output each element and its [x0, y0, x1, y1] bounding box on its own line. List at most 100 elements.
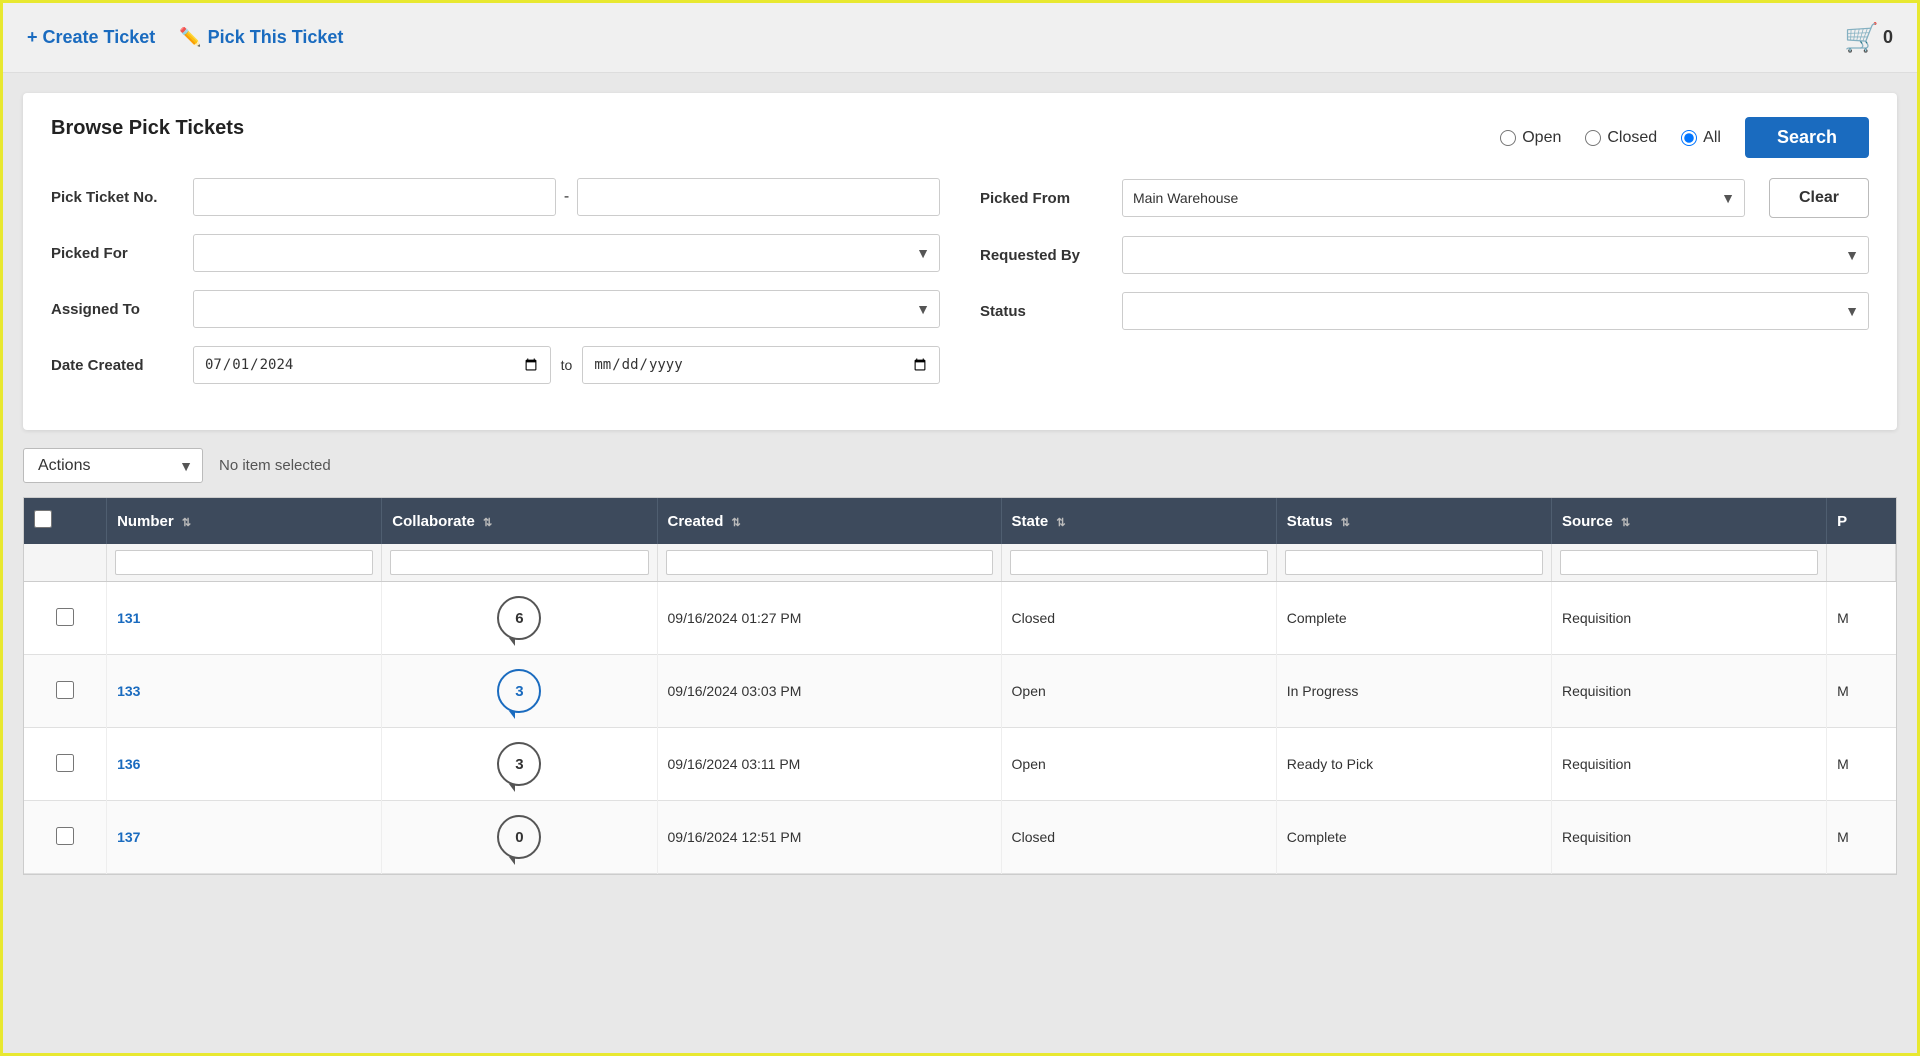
row-p-1: M [1827, 655, 1896, 728]
row-state-1: Open [1001, 655, 1276, 728]
cart-area[interactable]: 🛒 0 [1844, 21, 1893, 54]
chat-bubble-0[interactable]: 6 [497, 596, 541, 640]
row-number-1[interactable]: 133 [107, 655, 382, 728]
row-collaborate-1[interactable]: 3 [382, 655, 657, 728]
date-to-label: to [561, 357, 573, 373]
pick-ticket-no-label: Pick Ticket No. [51, 189, 181, 206]
filter-collab-input[interactable] [390, 550, 648, 575]
row-number-0[interactable]: 131 [107, 582, 382, 655]
header-collaborate[interactable]: Collaborate ⇅ [382, 498, 657, 544]
row-state-3: Closed [1001, 801, 1276, 874]
filter-state-input[interactable] [1010, 550, 1268, 575]
radio-closed-label[interactable]: Closed [1585, 129, 1657, 147]
row-created-2: 09/16/2024 03:11 PM [657, 728, 1001, 801]
collaborate-sort-icon: ⇅ [483, 517, 492, 529]
table-row: 133309/16/2024 03:03 PMOpenIn ProgressRe… [24, 655, 1896, 728]
ticket-dash: - [564, 188, 569, 206]
table-row: 137009/16/2024 12:51 PMClosedCompleteReq… [24, 801, 1896, 874]
row-checkbox-cell[interactable] [24, 801, 107, 874]
requested-by-row: Requested By ▼ [980, 236, 1869, 274]
date-range-inputs: to [193, 346, 940, 384]
date-created-row: Date Created to [51, 346, 940, 384]
picked-from-select[interactable]: Main Warehouse [1122, 179, 1745, 217]
create-ticket-link[interactable]: + Create Ticket [27, 27, 155, 48]
row-collaborate-0[interactable]: 6 [382, 582, 657, 655]
clear-button[interactable]: Clear [1769, 178, 1869, 218]
created-sort-icon: ⇅ [732, 517, 741, 529]
header-p[interactable]: P [1827, 498, 1896, 544]
ticket-no-to-input[interactable] [577, 178, 940, 216]
table-row: 136309/16/2024 03:11 PMOpenReady to Pick… [24, 728, 1896, 801]
picked-from-select-wrap: Main Warehouse ▼ [1122, 179, 1745, 217]
actions-select-wrap: Actions ▼ [23, 448, 203, 483]
header-state[interactable]: State ⇅ [1001, 498, 1276, 544]
picked-for-select[interactable] [193, 234, 940, 272]
chat-bubble-2[interactable]: 3 [497, 742, 541, 786]
row-checkbox-0[interactable] [56, 608, 74, 626]
left-col: Pick Ticket No. - Picked For ▼ [51, 178, 940, 402]
row-status-0: Complete [1276, 582, 1551, 655]
radio-open-label[interactable]: Open [1500, 129, 1561, 147]
ticket-no-inputs: - [193, 178, 940, 216]
header-checkbox-cell[interactable] [24, 498, 107, 544]
cart-icon: 🛒 [1844, 21, 1879, 54]
search-button[interactable]: Search [1745, 117, 1869, 158]
picked-for-select-wrap: ▼ [193, 234, 940, 272]
select-all-checkbox[interactable] [34, 510, 52, 528]
row-status-1: In Progress [1276, 655, 1551, 728]
filter-created-cell [657, 544, 1001, 582]
filter-created-input[interactable] [666, 550, 993, 575]
status-field-row: Status ▼ [980, 292, 1869, 330]
assigned-to-select[interactable] [193, 290, 940, 328]
number-sort-icon: ⇅ [182, 517, 191, 529]
filter-number-cell [107, 544, 382, 582]
row-p-2: M [1827, 728, 1896, 801]
header-source[interactable]: Source ⇅ [1551, 498, 1826, 544]
date-from-input[interactable] [193, 346, 551, 384]
filter-cb-cell [24, 544, 107, 582]
row-checkbox-cell[interactable] [24, 655, 107, 728]
radio-all-label[interactable]: All [1681, 129, 1721, 147]
radio-open[interactable] [1500, 130, 1516, 146]
row-checkbox-2[interactable] [56, 754, 74, 772]
radio-all[interactable] [1681, 130, 1697, 146]
row-created-0: 09/16/2024 01:27 PM [657, 582, 1001, 655]
row-collaborate-3[interactable]: 0 [382, 801, 657, 874]
row-checkbox-cell[interactable] [24, 582, 107, 655]
requested-by-select-wrap: ▼ [1122, 236, 1869, 274]
top-bar-left: + Create Ticket ✏️ Pick This Ticket [27, 27, 343, 48]
date-to-input[interactable] [582, 346, 940, 384]
picked-from-label: Picked From [980, 190, 1110, 207]
header-number[interactable]: Number ⇅ [107, 498, 382, 544]
filter-number-input[interactable] [115, 550, 373, 575]
pick-ticket-no-row: Pick Ticket No. - [51, 178, 940, 216]
row-source-1: Requisition [1551, 655, 1826, 728]
browse-panel: Browse Pick Tickets Open Closed All Sear… [23, 93, 1897, 430]
actions-select[interactable]: Actions [23, 448, 203, 483]
filter-status-cell [1276, 544, 1551, 582]
chat-bubble-1[interactable]: 3 [497, 669, 541, 713]
source-sort-icon: ⇅ [1621, 517, 1630, 529]
row-number-2[interactable]: 136 [107, 728, 382, 801]
filter-source-input[interactable] [1560, 550, 1818, 575]
radio-search-row: Open Closed All Search [1500, 117, 1869, 158]
table-body: 131609/16/2024 01:27 PMClosedCompleteReq… [24, 582, 1896, 874]
chat-bubble-3[interactable]: 0 [497, 815, 541, 859]
requested-by-select[interactable] [1122, 236, 1869, 274]
row-checkbox-3[interactable] [56, 827, 74, 845]
row-checkbox-1[interactable] [56, 681, 74, 699]
row-state-0: Closed [1001, 582, 1276, 655]
filter-state-cell [1001, 544, 1276, 582]
radio-closed[interactable] [1585, 130, 1601, 146]
ticket-no-from-input[interactable] [193, 178, 556, 216]
pick-this-ticket-link[interactable]: ✏️ Pick This Ticket [179, 27, 343, 48]
header-status[interactable]: Status ⇅ [1276, 498, 1551, 544]
row-number-3[interactable]: 137 [107, 801, 382, 874]
row-p-3: M [1827, 801, 1896, 874]
row-collaborate-2[interactable]: 3 [382, 728, 657, 801]
filter-status-input[interactable] [1285, 550, 1543, 575]
row-checkbox-cell[interactable] [24, 728, 107, 801]
status-select[interactable] [1122, 292, 1869, 330]
pick-tickets-table: Number ⇅ Collaborate ⇅ Created ⇅ State ⇅… [24, 498, 1896, 874]
header-created[interactable]: Created ⇅ [657, 498, 1001, 544]
